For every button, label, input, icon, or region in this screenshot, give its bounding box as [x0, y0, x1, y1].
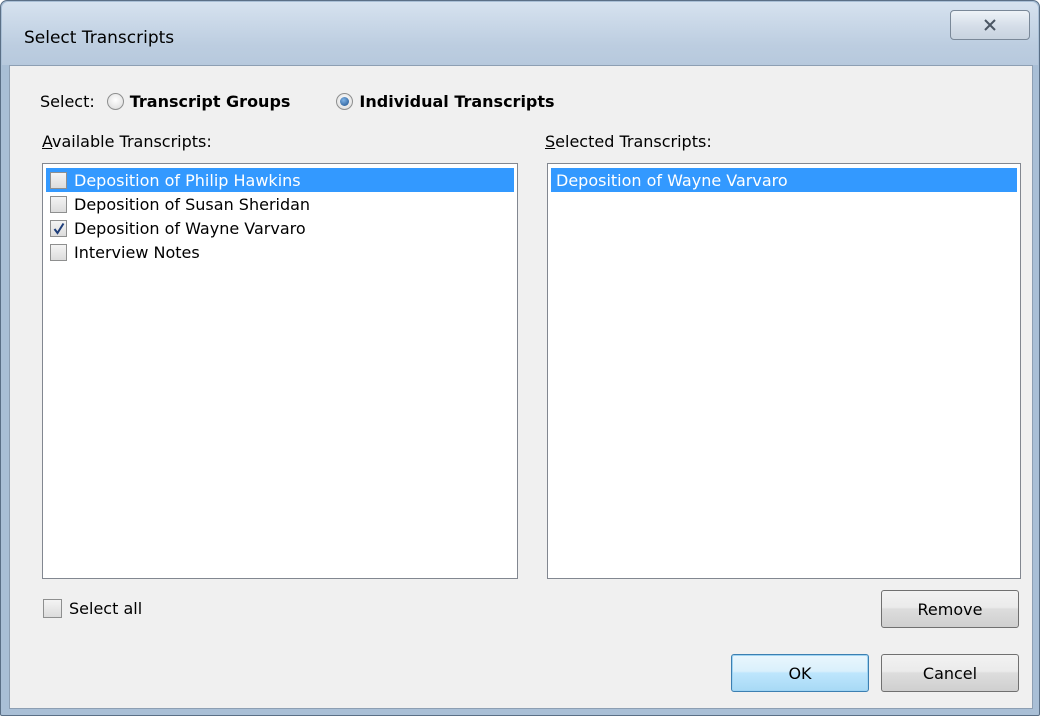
- item-checkbox[interactable]: [50, 171, 67, 189]
- radio-button-transcript-groups[interactable]: [106, 92, 124, 110]
- list-item[interactable]: Deposition of Wayne Varvaro: [551, 168, 1017, 192]
- selected-transcripts-label: Selected Transcripts:: [545, 132, 712, 151]
- selected-transcripts-list[interactable]: Deposition of Wayne Varvaro: [547, 163, 1021, 579]
- close-icon: [984, 19, 996, 31]
- select-mode-label: Select:: [40, 91, 95, 111]
- select-mode-group: Select: Transcript Groups Individual Tra…: [40, 88, 601, 114]
- select-all-label: Select all: [69, 599, 143, 618]
- list-item-label: Deposition of Susan Sheridan: [74, 194, 311, 214]
- available-label-text: vailable Transcripts:: [52, 132, 212, 151]
- dialog-body: Select: Transcript Groups Individual Tra…: [9, 65, 1033, 709]
- available-transcripts-list[interactable]: Deposition of Philip Hawkins Deposition …: [42, 163, 518, 579]
- ok-button[interactable]: OK: [731, 654, 869, 692]
- available-transcripts-label: Available Transcripts:: [42, 132, 212, 151]
- radio-label-individual-transcripts: Individual Transcripts: [359, 91, 555, 111]
- remove-button[interactable]: Remove: [881, 590, 1019, 628]
- available-label-accelerator: A: [42, 132, 53, 151]
- close-button[interactable]: [950, 10, 1030, 40]
- cancel-button[interactable]: Cancel: [881, 654, 1019, 692]
- list-item[interactable]: Deposition of Philip Hawkins: [46, 168, 514, 192]
- dialog-window: Select Transcripts Select: Transcript Gr…: [0, 0, 1040, 716]
- window-title: Select Transcripts: [24, 28, 175, 48]
- list-item-label: Deposition of Wayne Varvaro: [74, 218, 306, 238]
- selected-label-text: elected Transcripts:: [555, 132, 712, 151]
- list-item-label: Deposition of Wayne Varvaro: [556, 170, 788, 190]
- radio-individual-transcripts[interactable]: Individual Transcripts: [336, 91, 555, 111]
- radio-label-transcript-groups: Transcript Groups: [129, 91, 291, 111]
- list-item-label: Interview Notes: [74, 242, 200, 262]
- item-checkbox[interactable]: [50, 195, 67, 213]
- item-checkbox[interactable]: [50, 243, 67, 261]
- selected-label-accelerator: S: [545, 132, 556, 151]
- list-item[interactable]: Deposition of Wayne Varvaro: [46, 216, 514, 240]
- item-checkbox[interactable]: [50, 219, 67, 237]
- select-all-checkbox[interactable]: [43, 599, 62, 618]
- list-item[interactable]: Interview Notes: [46, 240, 514, 264]
- title-bar[interactable]: Select Transcripts: [2, 2, 1038, 65]
- list-item-label: Deposition of Philip Hawkins: [74, 170, 301, 190]
- radio-transcript-groups[interactable]: Transcript Groups: [106, 91, 291, 111]
- list-item[interactable]: Deposition of Susan Sheridan: [46, 192, 514, 216]
- radio-button-individual-transcripts[interactable]: [336, 92, 354, 110]
- check-mark-icon: [53, 222, 65, 235]
- select-all-option[interactable]: Select all: [43, 599, 142, 618]
- radio-selected-dot: [340, 96, 350, 106]
